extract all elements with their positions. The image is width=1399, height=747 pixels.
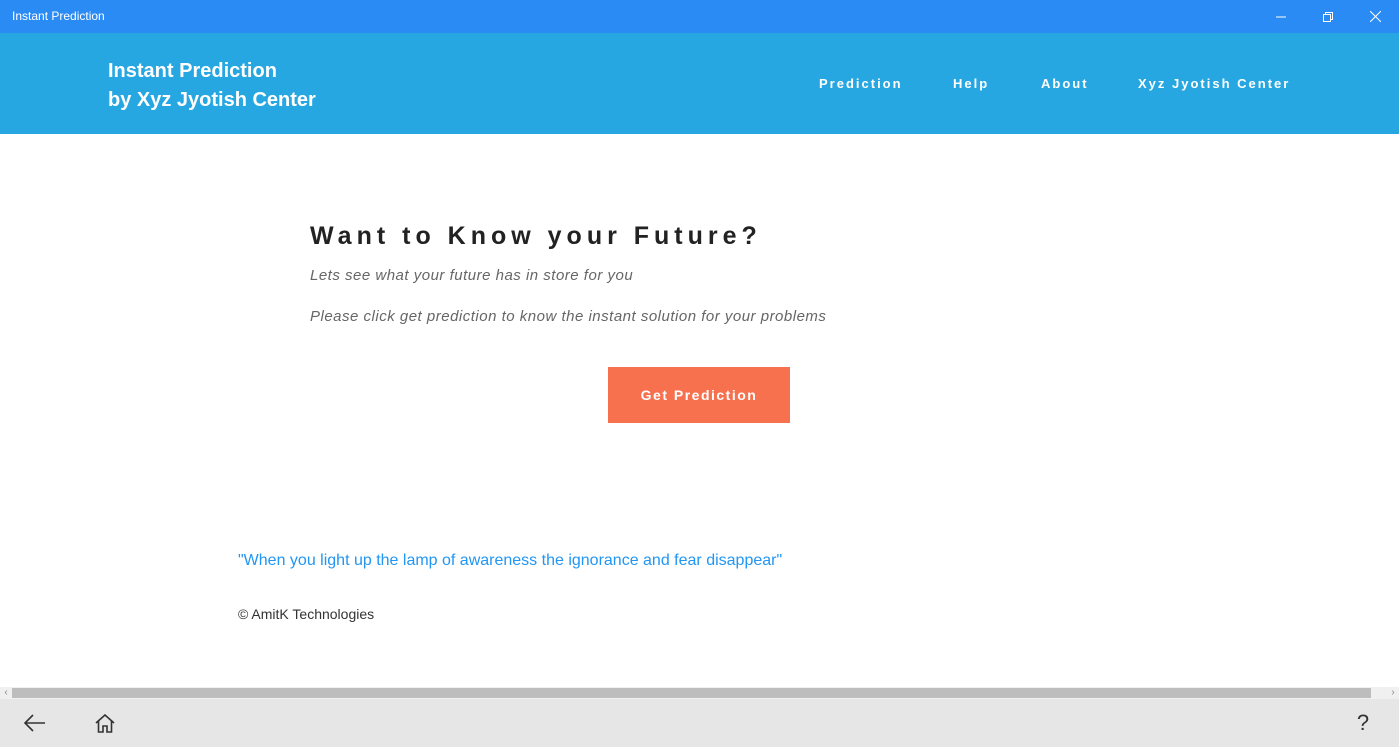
home-icon — [95, 713, 115, 733]
nav-prediction[interactable]: Prediction — [819, 76, 903, 91]
help-button[interactable]: ? — [1345, 707, 1381, 739]
get-prediction-button[interactable]: Get Prediction — [608, 367, 790, 423]
brand-title: Instant Prediction — [108, 60, 277, 82]
restore-button[interactable] — [1305, 0, 1351, 33]
back-button[interactable] — [17, 707, 53, 739]
home-button[interactable] — [87, 707, 123, 739]
minimize-icon — [1276, 16, 1286, 17]
page-subtitle: Lets see what your future has in store f… — [310, 267, 634, 284]
brand[interactable]: Instant Prediction by Xyz Jyotish Center — [108, 57, 316, 115]
window-titlebar: Instant Prediction — [0, 0, 1399, 33]
bottom-app-bar: ? — [0, 699, 1399, 747]
brand-subtitle: by Xyz Jyotish Center — [108, 89, 316, 111]
nav-xyz-jyotish-center[interactable]: Xyz Jyotish Center — [1138, 76, 1290, 91]
nav-help[interactable]: Help — [953, 76, 989, 91]
restore-icon — [1323, 11, 1333, 22]
quote-text: "When you light up the lamp of awareness… — [238, 552, 783, 569]
nav-about[interactable]: About — [1041, 76, 1089, 91]
copyright-text: © AmitK Technologies — [238, 606, 375, 622]
scroll-right-icon[interactable]: › — [1387, 687, 1399, 699]
minimize-button[interactable] — [1258, 0, 1304, 33]
horizontal-scrollbar[interactable]: ‹ › — [0, 687, 1399, 699]
window-title: Instant Prediction — [12, 9, 105, 23]
page-instruction: Please click get prediction to know the … — [310, 308, 827, 325]
back-arrow-icon — [24, 714, 45, 732]
scroll-left-icon[interactable]: ‹ — [0, 687, 12, 699]
app-header: Instant Prediction by Xyz Jyotish Center… — [0, 33, 1399, 134]
scrollbar-thumb[interactable] — [12, 688, 1371, 698]
close-button[interactable] — [1352, 0, 1398, 33]
close-icon — [1369, 11, 1381, 22]
page-title: Want to Know your Future? — [310, 222, 762, 250]
